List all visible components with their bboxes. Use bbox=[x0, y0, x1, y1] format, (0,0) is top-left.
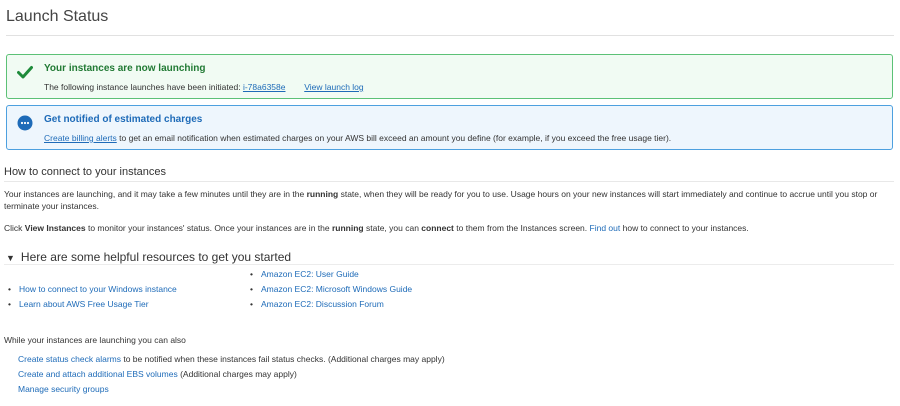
success-heading: Your instances are now launching bbox=[44, 63, 206, 74]
connect-divider bbox=[4, 181, 894, 182]
resources-divider bbox=[4, 264, 894, 265]
list-item: Amazon EC2: Discussion Forum bbox=[250, 297, 412, 312]
connect-section-title: How to connect to your instances bbox=[4, 166, 167, 178]
p1-running: running bbox=[306, 189, 339, 199]
p2-text-c: to monitor your instances' status. Once … bbox=[87, 223, 330, 233]
ebs-volumes-text: (Additional charges may apply) bbox=[180, 369, 297, 379]
list-item: Amazon EC2: User Guide bbox=[250, 267, 412, 282]
billing-body-text: to get an email notification when estima… bbox=[119, 133, 672, 143]
create-billing-alerts-link[interactable]: Create billing alerts bbox=[44, 133, 117, 143]
create-ebs-volumes-link[interactable]: Create and attach additional EBS volumes bbox=[18, 369, 178, 379]
list-item: Amazon EC2: Microsoft Windows Guide bbox=[250, 282, 412, 297]
launch-info-paragraph: Your instances are launching, and it may… bbox=[4, 188, 894, 212]
p2-text-e: state, you can bbox=[366, 223, 419, 233]
p2-text-g: to them from the Instances screen. bbox=[456, 223, 588, 233]
list-item: Manage security groups bbox=[18, 382, 445, 397]
p2-view-instances: View Instances bbox=[24, 223, 86, 233]
p2-text-h: how to connect to your instances. bbox=[622, 223, 749, 233]
free-usage-tier-link[interactable]: Learn about AWS Free Usage Tier bbox=[19, 299, 149, 309]
manage-security-groups-link[interactable]: Manage security groups bbox=[18, 384, 109, 394]
find-out-link[interactable]: Find out bbox=[590, 223, 621, 233]
list-item: Create and attach additional EBS volumes… bbox=[18, 367, 445, 382]
view-instances-paragraph: Click View Instances to monitor your ins… bbox=[4, 222, 896, 234]
billing-info-alert: Get notified of estimated charges Create… bbox=[6, 105, 893, 150]
resources-title: Here are some helpful resources to get y… bbox=[20, 250, 292, 264]
list-item: Create status check alarms to be notifie… bbox=[18, 352, 445, 367]
create-status-alarms-link[interactable]: Create status check alarms bbox=[18, 354, 121, 364]
p2-connect: connect bbox=[421, 223, 454, 233]
title-divider bbox=[6, 35, 894, 36]
resources-toggle[interactable]: ▼ Here are some helpful resources to get … bbox=[6, 250, 291, 264]
ec2-user-guide-link[interactable]: Amazon EC2: User Guide bbox=[261, 269, 359, 279]
ec2-windows-guide-link[interactable]: Amazon EC2: Microsoft Windows Guide bbox=[261, 284, 412, 294]
resources-list-left: How to connect to your Windows instance … bbox=[8, 282, 177, 312]
checkmark-icon bbox=[17, 66, 33, 79]
list-item: Learn about AWS Free Usage Tier bbox=[8, 297, 177, 312]
caret-down-icon: ▼ bbox=[6, 253, 15, 263]
additional-actions: Create status check alarms to be notifie… bbox=[18, 352, 445, 397]
while-launching-text: While your instances are launching you c… bbox=[4, 335, 186, 345]
launch-success-alert: Your instances are now launching The fol… bbox=[6, 54, 893, 99]
p1-text-a: Your instances are launching, and it may… bbox=[4, 189, 305, 199]
view-launch-log-link[interactable]: View launch log bbox=[304, 82, 363, 92]
success-body-text: The following instance launches have bee… bbox=[44, 82, 241, 92]
status-alarms-text: to be notified when these instances fail… bbox=[123, 354, 445, 364]
resources-list-right: Amazon EC2: User Guide Amazon EC2: Micro… bbox=[250, 267, 412, 312]
page-title: Launch Status bbox=[6, 8, 109, 25]
p2-running: running bbox=[331, 223, 364, 233]
billing-heading: Get notified of estimated charges bbox=[44, 114, 203, 125]
p2-text-a: Click bbox=[4, 223, 23, 233]
billing-body: Create billing alerts to get an email no… bbox=[44, 133, 671, 143]
chat-bubble-icon bbox=[17, 115, 33, 131]
ec2-forum-link[interactable]: Amazon EC2: Discussion Forum bbox=[261, 299, 384, 309]
list-item: How to connect to your Windows instance bbox=[8, 282, 177, 297]
connect-windows-link[interactable]: How to connect to your Windows instance bbox=[19, 284, 177, 294]
instance-id-link[interactable]: i-78a6358e bbox=[243, 82, 286, 92]
success-body: The following instance launches have bee… bbox=[44, 82, 364, 92]
